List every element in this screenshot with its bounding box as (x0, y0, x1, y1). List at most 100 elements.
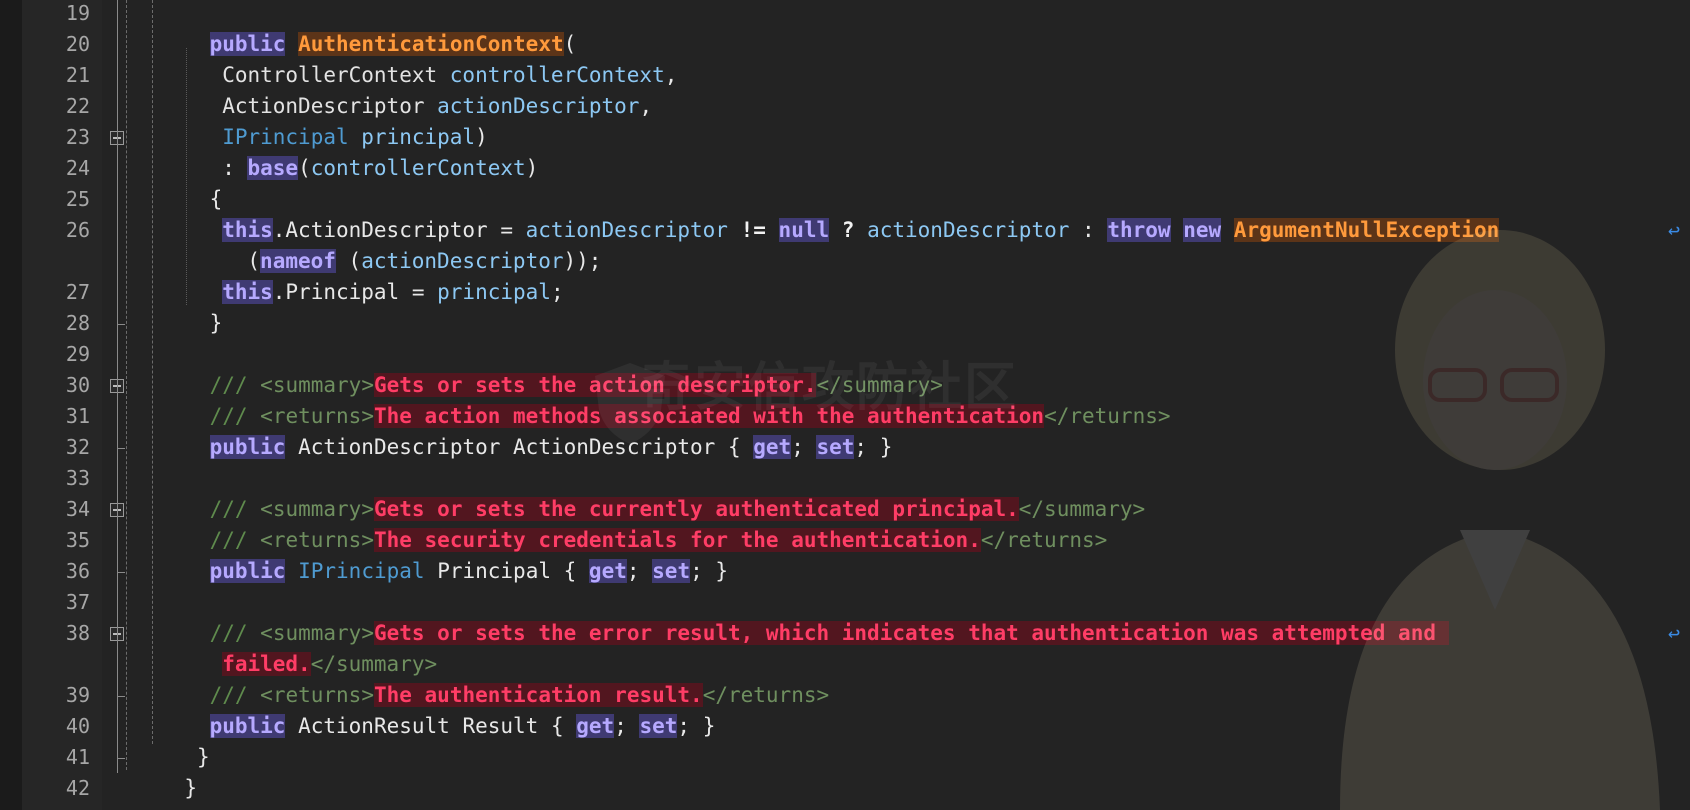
code-line[interactable]: public ActionDescriptor ActionDescriptor… (209, 432, 893, 463)
token-pun: ( (298, 156, 311, 180)
token-pun: ) (525, 156, 539, 180)
token-ctag: <returns> (260, 528, 374, 552)
code-line[interactable]: : base(controllerContext) (222, 153, 538, 184)
code-line[interactable]: ActionDescriptor actionDescriptor, (222, 91, 652, 122)
token-ctag: <returns> (260, 683, 374, 707)
token-kw: base (247, 156, 299, 180)
token-pun: , (664, 63, 678, 87)
token-ctag: <summary> (260, 621, 374, 645)
token-par: principal (437, 280, 551, 304)
token-cm: /// (209, 404, 261, 428)
token-pun (766, 218, 779, 242)
token-par: actionDescriptor (361, 249, 564, 273)
token-ctag: <summary> (260, 497, 374, 521)
token-pun: , (639, 94, 653, 118)
token-pun (829, 218, 842, 242)
token-pun: } (184, 776, 198, 800)
token-par: actionDescriptor (525, 218, 728, 242)
token-kw: public (209, 714, 286, 738)
token-pun: ; (791, 435, 817, 459)
token-ctag: </summary> (310, 652, 438, 676)
token-pun: ) (475, 125, 488, 149)
token-kw: this (222, 218, 273, 242)
code-line[interactable]: /// <summary>Gets or sets the currently … (209, 494, 1145, 525)
token-kw: public (209, 559, 286, 583)
class-fold-line (117, 0, 118, 773)
token-cm: /// (209, 528, 261, 552)
code-line[interactable]: public AuthenticationContext( (209, 29, 576, 60)
token-ctag: <returns> (260, 404, 374, 428)
token-pun: : (1069, 218, 1108, 242)
token-cm: /// (209, 621, 261, 645)
code-line[interactable]: { (210, 184, 223, 215)
token-pun (1171, 218, 1184, 242)
code-line[interactable]: this.Principal = principal; (222, 277, 564, 308)
token-pun: Principal { (424, 559, 589, 583)
token-kw: null (778, 218, 830, 242)
code-line[interactable]: /// <returns>The authentication result.<… (210, 680, 830, 711)
fold-end-marker (117, 572, 125, 573)
token-pun: ( (335, 249, 362, 273)
fold-end-marker (117, 696, 125, 697)
token-pun (349, 125, 362, 149)
code-line[interactable]: failed.</summary> (222, 649, 437, 680)
token-cm: /// (209, 373, 261, 397)
fold-end-marker (117, 324, 125, 325)
token-pun: ; (626, 559, 653, 583)
token-pun (437, 63, 450, 87)
code-line[interactable]: ControllerContext controllerContext, (222, 60, 677, 91)
token-ctext: Gets or sets the currently authenticated… (373, 497, 1019, 521)
code-line[interactable]: } (197, 742, 210, 773)
token-ctag: </returns> (1044, 404, 1171, 428)
token-kw: public (209, 435, 286, 459)
code-line[interactable]: public ActionResult Result { get; set; } (209, 711, 715, 742)
code-line[interactable]: } (184, 773, 197, 804)
code-line[interactable]: public IPrincipal Principal { get; set; … (209, 556, 728, 587)
token-pun (285, 559, 298, 583)
token-cm: /// (209, 497, 261, 521)
token-typ: ActionDescriptor (222, 94, 425, 118)
token-kw: throw (1107, 218, 1171, 242)
code-line[interactable]: /// <summary>Gets or sets the error resu… (210, 618, 1449, 649)
word-wrap-icon: ↩ (1668, 621, 1681, 645)
fold-end-marker (117, 448, 125, 449)
token-pun: ActionResult Result { (285, 714, 577, 738)
token-op: ? (841, 218, 855, 242)
token-kw: public (209, 32, 286, 56)
token-pun (424, 94, 437, 118)
token-par: actionDescriptor (437, 94, 640, 118)
background-mascot-image (1340, 230, 1660, 810)
token-itype: IPrincipal (298, 559, 425, 583)
word-wrap-icon: ↩ (1668, 218, 1681, 242)
code-line[interactable]: /// <returns>The security credentials fo… (209, 525, 1108, 556)
token-ctext: The authentication result. (373, 683, 703, 707)
token-ctag: </returns> (702, 683, 830, 707)
code-line[interactable]: } (210, 308, 223, 339)
token-pun: ; } (854, 435, 893, 459)
token-pun (728, 218, 741, 242)
token-kw: new (1183, 218, 1222, 242)
token-pun: )); (563, 249, 602, 273)
code-line[interactable]: (nameof (actionDescriptor)); (247, 246, 601, 277)
token-pun: } (209, 311, 223, 335)
token-pun: ; (614, 714, 640, 738)
token-kw: set (816, 435, 855, 459)
token-pun (285, 32, 298, 56)
token-pun: ; (550, 280, 564, 304)
token-pun: ActionDescriptor ActionDescriptor { (285, 435, 754, 459)
token-pun (1221, 218, 1234, 242)
token-typ: ControllerContext (222, 63, 438, 87)
token-pun: : (222, 156, 248, 180)
token-pun: .ActionDescriptor = (272, 218, 526, 242)
token-cls: AuthenticationContext (298, 32, 564, 56)
code-line[interactable]: IPrincipal principal) (222, 122, 488, 153)
token-ctag: </returns> (980, 528, 1108, 552)
token-kw: set (639, 714, 678, 738)
token-kw: get (753, 435, 792, 459)
token-pun: { (209, 187, 223, 211)
token-ctext: failed. (222, 652, 311, 676)
token-par: actionDescriptor (867, 218, 1070, 242)
code-editor[interactable]: 19 20 21 22 23 24 25 26 27 28 29 30 31 32 33 34 35 36 37 38… (0, 0, 1690, 810)
token-pun: .Principal = (272, 280, 438, 304)
token-pun (854, 218, 867, 242)
